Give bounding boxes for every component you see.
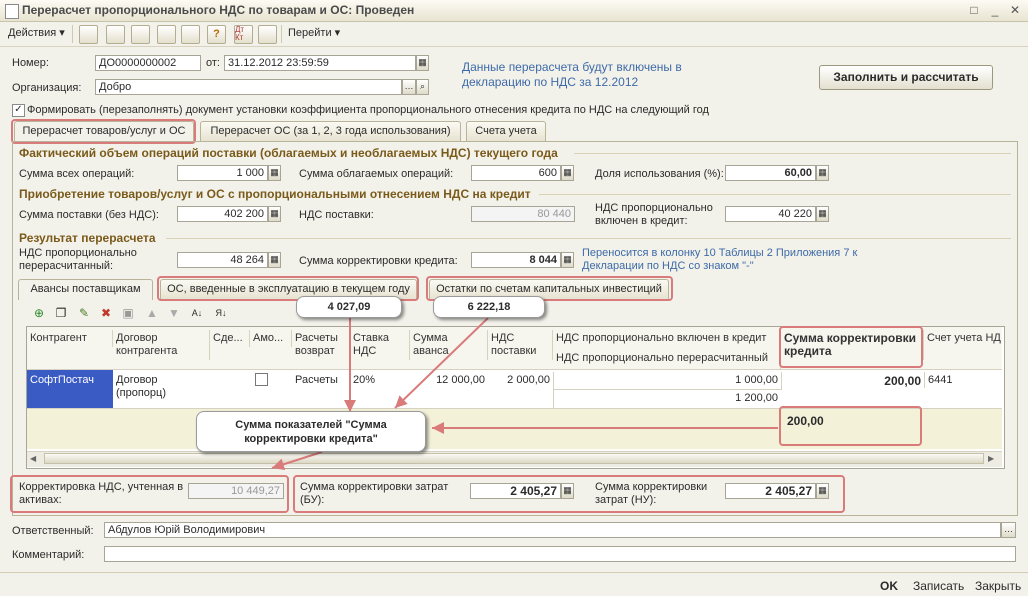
highlight-box <box>10 475 289 513</box>
responsible-field[interactable]: Абдулов Юрій Володимирович <box>104 522 1001 538</box>
save-button[interactable]: Записать <box>913 579 964 593</box>
footer-divider <box>0 572 1028 573</box>
responsible-label: Ответственный: <box>12 525 94 537</box>
arrow <box>394 317 489 409</box>
callout-fixed-assets-sum: 4 027,09 <box>296 296 402 318</box>
close-button[interactable]: Закрыть <box>975 579 1021 593</box>
highlight-box <box>293 475 845 513</box>
select-icon[interactable]: … <box>1001 522 1016 538</box>
comment-field[interactable] <box>104 546 1016 562</box>
callout-capital-sum: 6 222,18 <box>433 296 545 318</box>
ok-button[interactable]: OK <box>880 579 898 593</box>
callout-sum-explanation: Сумма показателей "Сумма корректировки к… <box>196 411 426 452</box>
comment-label: Комментарий: <box>12 549 85 561</box>
arrow <box>271 451 323 471</box>
